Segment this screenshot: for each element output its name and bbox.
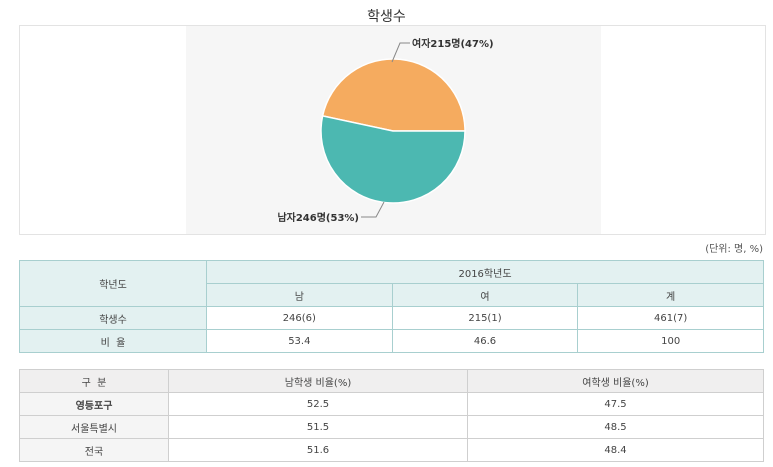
cell: 48.5 xyxy=(467,415,764,439)
header-female: 여 xyxy=(391,283,579,307)
header-category: 구 분 xyxy=(19,369,169,393)
header-male: 남 xyxy=(206,283,393,307)
leader-line-male xyxy=(361,201,385,218)
cell: 48.4 xyxy=(467,438,764,462)
cell: 51.6 xyxy=(168,438,468,462)
table-row: 학생수 246(6) 215(1) 461(7) xyxy=(19,306,764,330)
pie-label-female: 여자215명(47%) xyxy=(412,37,494,50)
header-year: 2016학년도 xyxy=(206,260,764,284)
cell: 46.6 xyxy=(391,329,579,353)
cell: 100 xyxy=(577,329,764,353)
table-row: 서울특별시 51.5 48.5 xyxy=(19,415,764,439)
table-row: 영등포구 52.5 47.5 xyxy=(19,392,764,416)
row-label: 영등포구 xyxy=(19,392,169,416)
header-female-ratio: 여학생 비율(%) xyxy=(467,369,764,393)
chart-title: 학생수 xyxy=(367,9,406,25)
student-count-table: 학년도 2016학년도 남 여 계 학생수 246(6) 215(1) 461(… xyxy=(19,260,764,353)
pie-chart-panel: 여자215명(47%) 남자246명(53%) xyxy=(19,25,766,235)
table-row: 비 율 53.4 46.6 100 xyxy=(19,329,764,353)
cell: 461(7) xyxy=(577,306,764,330)
unit-note: (단위: 명, %) xyxy=(705,244,763,255)
row-label: 서울특별시 xyxy=(19,415,169,439)
cell: 215(1) xyxy=(391,306,579,330)
cell: 246(6) xyxy=(206,306,393,330)
gender-ratio-table: 구 분 남학생 비율(%) 여학생 비율(%) 영등포구 52.5 47.5 서… xyxy=(19,369,764,462)
cell: 53.4 xyxy=(206,329,393,353)
table-row: 전국 51.6 48.4 xyxy=(19,438,764,462)
pie-chart-area: 여자215명(47%) 남자246명(53%) xyxy=(186,26,601,234)
pie-label-male: 남자246명(53%) xyxy=(277,211,359,224)
cell: 51.5 xyxy=(168,415,468,439)
header-male-ratio: 남학생 비율(%) xyxy=(168,369,468,393)
pie-chart: 여자215명(47%) 남자246명(53%) xyxy=(277,37,494,224)
header-year-label: 학년도 xyxy=(19,260,207,307)
row-label: 학생수 xyxy=(19,306,207,330)
cell: 47.5 xyxy=(467,392,764,416)
header-total: 계 xyxy=(577,283,764,307)
cell: 52.5 xyxy=(168,392,468,416)
row-label: 비 율 xyxy=(19,329,207,353)
row-label: 전국 xyxy=(19,438,169,462)
